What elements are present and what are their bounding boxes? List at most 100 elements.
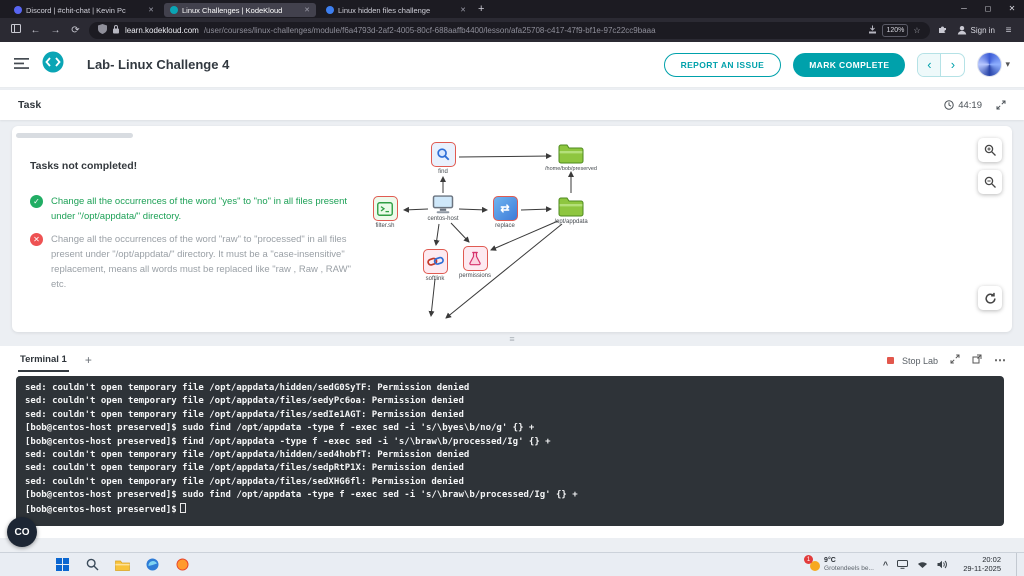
diagram-node-find[interactable]: find (411, 142, 475, 175)
sidebar-toggle-icon[interactable] (9, 24, 22, 36)
account-menu[interactable]: ▾ (977, 52, 1010, 77)
terminal-line: sed: couldn't open temporary file /opt/a… (25, 476, 995, 489)
windows-logo-icon (56, 558, 69, 571)
diagram-node-filter-sh[interactable]: filter.sh (353, 196, 417, 229)
task-tab-row: Task 44:19 (0, 90, 1024, 120)
search-button[interactable] (84, 556, 101, 573)
replace-icon: ⇄ (493, 196, 518, 221)
more-options-icon[interactable]: ⋯ (994, 353, 1006, 367)
signin-button[interactable]: Sign in (957, 25, 995, 35)
weather-widget[interactable]: 1 9°C Grotendeels be... (807, 557, 874, 573)
extensions-icon[interactable] (937, 24, 950, 37)
kodekloud-logo[interactable] (41, 50, 65, 79)
terminal-line: [bob@centos-host preserved]$ sudo find /… (25, 422, 995, 435)
prev-lesson-button[interactable]: ‹ (918, 54, 941, 76)
add-terminal-button[interactable]: + (85, 353, 92, 367)
minimize-button[interactable]: ─ (952, 0, 976, 18)
forward-button[interactable]: → (49, 25, 62, 36)
page-title: Lab- Linux Challenge 4 (87, 57, 229, 72)
start-button[interactable] (54, 556, 71, 573)
shield-icon[interactable] (98, 24, 107, 36)
bookmark-star-icon[interactable]: ☆ (913, 26, 920, 35)
task-item-failed: ✕ Change all the occurrences of the word… (30, 232, 352, 292)
terminal-line: sed: couldn't open temporary file /opt/a… (25, 409, 995, 422)
close-button[interactable]: ✕ (1000, 0, 1024, 18)
zoom-level-chip[interactable]: 120% (882, 24, 908, 37)
lock-icon[interactable] (112, 24, 120, 36)
chevron-down-icon: ▾ (1005, 59, 1010, 70)
next-lesson-button[interactable]: › (941, 54, 964, 76)
expand-terminal-icon[interactable] (950, 351, 960, 369)
terminal-line: sed: couldn't open temporary file /opt/a… (25, 395, 995, 408)
file-explorer-button[interactable] (114, 556, 131, 573)
refresh-diagram-button[interactable] (978, 286, 1002, 310)
address-bar[interactable]: learn.kodekloud.com /user/courses/linux-… (89, 22, 930, 39)
zoom-in-button[interactable] (978, 138, 1002, 162)
diagram-node-home-bob-preserved[interactable]: /home/bob/preserved (539, 143, 603, 172)
person-icon (957, 25, 967, 35)
tab-title: Linux hidden files challenge (338, 6, 430, 15)
terminal-line: sed: couldn't open temporary file /opt/a… (25, 462, 995, 475)
reload-button[interactable]: ⟳ (69, 25, 82, 36)
tab-close-icon[interactable]: ✕ (148, 6, 154, 14)
diagram-node-opt-appdata[interactable]: /opt/appdata (539, 196, 603, 225)
terminal-line: sed: couldn't open temporary file /opt/a… (25, 382, 995, 395)
tab-close-icon[interactable]: ✕ (304, 6, 310, 14)
tab-close-icon[interactable]: ✕ (460, 6, 466, 14)
task-text: Change all the occurrences of the word "… (51, 194, 352, 224)
taskbar-clock[interactable]: 20:02 29-11-2025 (957, 556, 1007, 573)
firefox-button[interactable] (174, 556, 191, 573)
folder-icon (558, 196, 584, 217)
task-panel: Tasks not completed! ✓ Change all the oc… (12, 126, 1012, 332)
diagram-node-centos-host[interactable]: centos-host (411, 195, 475, 222)
computer-icon (432, 195, 454, 214)
firefox-icon (176, 558, 189, 571)
tab-kodekloud[interactable]: Linux Challenges | KodeKloud ✕ (164, 3, 316, 17)
menu-icon[interactable]: ≡ (1002, 25, 1015, 36)
zoom-in-icon (984, 144, 997, 157)
tasks-status-heading: Tasks not completed! (30, 160, 137, 172)
co-overlay-button[interactable]: CO (7, 517, 37, 547)
show-desktop-strip[interactable] (1016, 553, 1020, 576)
discord-favicon-icon (14, 6, 22, 14)
tab-discord[interactable]: Discord | #chit-chat | Kevin Pc ✕ (8, 3, 160, 17)
zoom-out-button[interactable] (978, 170, 1002, 194)
diagram-node-replace[interactable]: ⇄ replace (473, 196, 537, 229)
timer-value: 44:19 (958, 100, 982, 111)
search-icon (86, 558, 99, 571)
scrollbar-thumb[interactable] (16, 133, 133, 138)
terminal-header: Terminal 1 + Stop Lab ⋯ (0, 346, 1024, 373)
tab-title: Linux Challenges | KodeKloud (182, 6, 282, 15)
lab-timer: 44:19 (944, 100, 982, 111)
terminal-script-icon (373, 196, 398, 221)
stop-lab-button[interactable]: Stop Lab (887, 351, 938, 369)
clock-icon (944, 100, 954, 110)
task-text: Change all the occurrences of the word "… (51, 232, 352, 292)
diagram-node-permissions[interactable]: permissions (443, 246, 507, 279)
open-external-icon[interactable] (972, 351, 982, 369)
tab-terminal-1[interactable]: Terminal 1 (18, 347, 69, 372)
report-issue-button[interactable]: REPORT AN ISSUE (664, 53, 782, 77)
edge-button[interactable] (144, 556, 161, 573)
refresh-icon (984, 292, 997, 305)
terminal-body[interactable]: sed: couldn't open temporary file /opt/a… (16, 376, 1004, 526)
fullscreen-icon[interactable] (996, 100, 1006, 110)
maximize-button[interactable]: ◻ (976, 0, 1000, 18)
mark-complete-button[interactable]: MARK COMPLETE (793, 53, 905, 77)
course-menu-icon[interactable] (14, 56, 29, 74)
panel-splitter-handle[interactable]: ≡ (0, 333, 1024, 345)
folder-icon (558, 143, 584, 164)
avatar[interactable] (977, 52, 1002, 77)
tray-chevron-icon[interactable]: ^ (883, 560, 888, 570)
tab-linux-hidden-files[interactable]: Linux hidden files challenge ✕ (320, 3, 472, 17)
lab-architecture-diagram: find /home/bob/preserved filter.sh cento… (358, 132, 658, 330)
save-page-icon[interactable] (868, 25, 877, 36)
display-tray-icon[interactable] (897, 560, 908, 569)
tab-task[interactable]: Task (18, 99, 41, 111)
network-tray-icon[interactable] (917, 560, 928, 569)
new-tab-button[interactable]: + (478, 1, 484, 17)
volume-tray-icon[interactable] (937, 560, 948, 569)
back-button[interactable]: ← (29, 25, 42, 36)
browser-nav-bar: ← → ⟳ learn.kodekloud.com /user/courses/… (0, 18, 1024, 42)
window-controls: ─ ◻ ✕ (952, 0, 1024, 18)
